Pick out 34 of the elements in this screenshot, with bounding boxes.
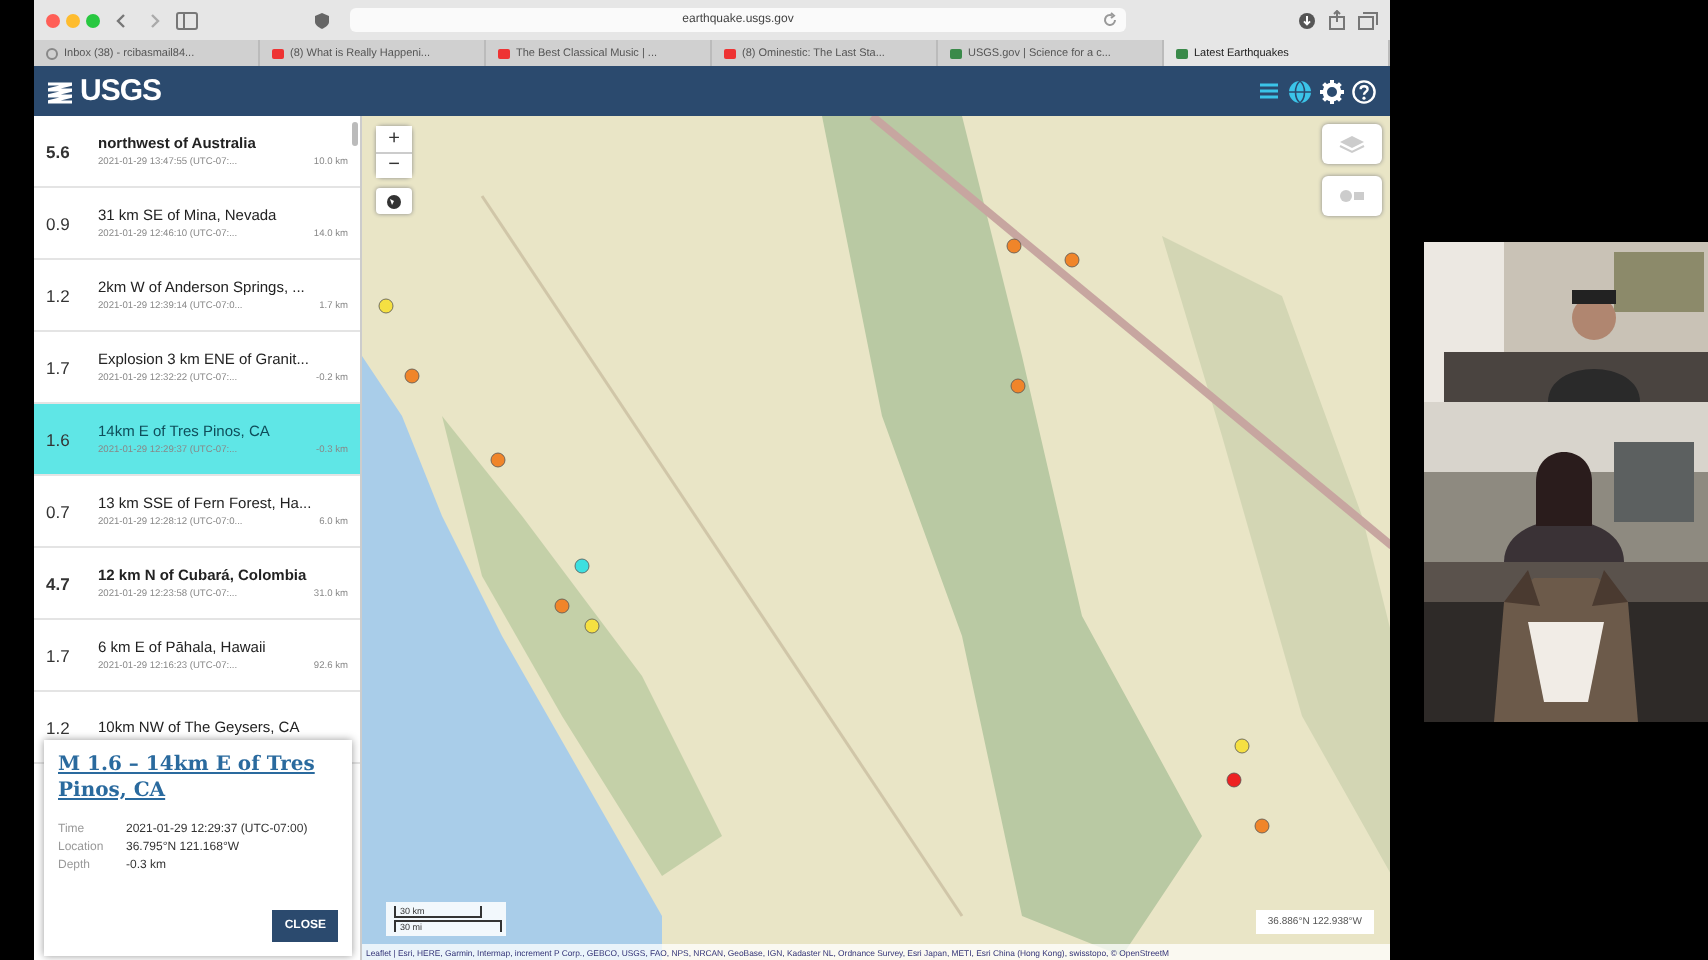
list-icon[interactable] [1258,80,1280,102]
favicon-icon [46,47,58,59]
magnitude-label: 0.7 [46,501,72,521]
wave-logo-icon [48,79,72,103]
help-icon[interactable] [1352,79,1376,103]
magnitude-label: 1.6 [46,429,72,449]
sidebar-icon[interactable] [176,11,198,29]
magnitude-label: 1.2 [46,285,72,305]
zoom-out-button[interactable]: − [376,152,412,178]
magnitude-label: 0.9 [46,213,72,233]
favicon-icon [498,47,510,59]
scrollbar-thumb[interactable] [352,122,358,146]
favicon-icon [724,47,736,59]
magnitude-label: 4.7 [46,573,72,593]
close-icon[interactable] [46,13,60,27]
favicon-icon [1176,47,1188,59]
magnitude-label: 1.2 [46,717,72,737]
locate-button[interactable] [376,188,412,214]
tabs-icon[interactable] [1358,11,1378,29]
site-logo[interactable]: USGS [80,74,162,108]
download-icon[interactable] [1298,11,1316,29]
shield-icon[interactable] [314,11,330,29]
favicon-icon [272,47,284,59]
share-icon[interactable] [1328,10,1346,30]
layers-icon [1338,134,1366,154]
reload-icon[interactable] [1102,12,1118,28]
magnitude-label: 1.7 [46,357,72,377]
favicon-icon [950,47,962,59]
magnitude-label: 1.7 [46,645,72,665]
earthquake-markers-drawing[interactable] [378,238,1270,834]
magnitude-label: 5.6 [46,141,72,161]
toggle-icon [1338,188,1366,204]
zoom-in-button[interactable]: + [376,126,412,152]
settings-icon[interactable] [1320,79,1344,103]
